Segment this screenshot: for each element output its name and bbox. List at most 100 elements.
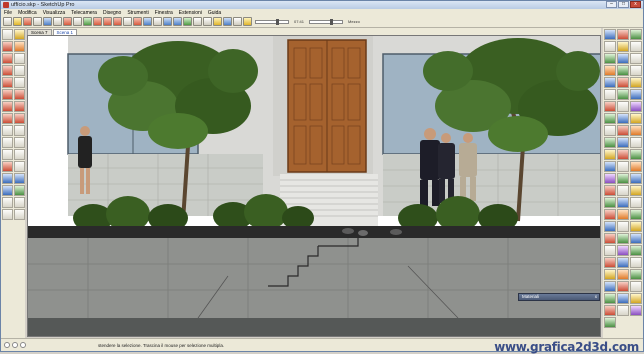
menu-visualizza[interactable]: Visualizza	[43, 10, 65, 16]
plugin-l-icon[interactable]	[617, 197, 629, 208]
protractor-tool-icon[interactable]	[2, 137, 13, 148]
plugin-d-icon[interactable]	[630, 161, 642, 172]
select-tool-icon[interactable]	[2, 29, 13, 40]
solid-trim-icon[interactable]	[630, 77, 642, 88]
fog-icon[interactable]	[630, 101, 642, 112]
plugin-e-icon[interactable]	[604, 173, 616, 184]
plugin-r-icon[interactable]	[617, 221, 629, 232]
stamp-icon[interactable]	[630, 53, 642, 64]
flip-edge-icon[interactable]	[630, 65, 642, 76]
section-icon[interactable]	[617, 137, 629, 148]
style-icon[interactable]	[617, 101, 629, 112]
plugin-mm-icon[interactable]	[617, 305, 629, 316]
wireframe-icon[interactable]	[193, 17, 202, 26]
polygon-icon[interactable]	[83, 17, 92, 26]
shaded-icon[interactable]	[213, 17, 222, 26]
pushpull-icon[interactable]	[93, 17, 102, 26]
move-icon[interactable]	[103, 17, 112, 26]
menu-file[interactable]: File	[4, 10, 12, 16]
geo-status-icon[interactable]	[4, 342, 10, 348]
back-view-icon[interactable]	[617, 41, 629, 52]
menu-estensioni[interactable]: Estensioni	[179, 10, 202, 16]
intersect-icon[interactable]	[617, 89, 629, 100]
shadow-date-slider[interactable]	[309, 18, 344, 25]
zoom-extents-icon[interactable]	[173, 17, 182, 26]
plugin-u-icon[interactable]	[617, 233, 629, 244]
move-tool-icon[interactable]	[2, 89, 13, 100]
plugin-n-icon[interactable]	[604, 209, 616, 220]
monochrome-icon[interactable]	[233, 17, 242, 26]
walkthrough-icon[interactable]	[630, 137, 642, 148]
rotate-icon[interactable]	[113, 17, 122, 26]
drape-icon[interactable]	[604, 65, 616, 76]
pan-icon[interactable]	[153, 17, 162, 26]
minimize-button[interactable]: –	[606, 1, 617, 8]
scale-icon[interactable]	[123, 17, 132, 26]
circle-icon[interactable]	[63, 17, 72, 26]
plugin-ff-icon[interactable]	[604, 281, 616, 292]
shadow-time-slider[interactable]	[255, 18, 289, 25]
make-component-icon[interactable]	[14, 29, 25, 40]
textured-icon[interactable]	[223, 17, 232, 26]
3d-text-icon[interactable]	[14, 149, 25, 160]
menu-telecamera[interactable]: Telecamera	[71, 10, 97, 16]
plugin-gg-icon[interactable]	[617, 281, 629, 292]
plugin-ee-icon[interactable]	[630, 269, 642, 280]
previous-view-icon[interactable]	[14, 185, 25, 196]
pushpull-tool-icon[interactable]	[14, 89, 25, 100]
zoom-window-icon[interactable]	[14, 173, 25, 184]
plugin-f-icon[interactable]	[617, 173, 629, 184]
plugin-ll-icon[interactable]	[604, 305, 616, 316]
photo-match-icon[interactable]	[604, 125, 616, 136]
plugin-cc-icon[interactable]	[604, 269, 616, 280]
followme-tool-icon[interactable]	[14, 101, 25, 112]
arc-tool-icon[interactable]	[14, 65, 25, 76]
solid-union-icon[interactable]	[604, 77, 616, 88]
plugin-y-icon[interactable]	[630, 245, 642, 256]
line-icon[interactable]	[53, 17, 62, 26]
polygon-tool-icon[interactable]	[2, 77, 13, 88]
materials-panel-header[interactable]: Materiali x	[518, 293, 600, 301]
material-icon[interactable]	[617, 149, 629, 160]
close-button[interactable]: x	[630, 1, 641, 8]
plugin-c-icon[interactable]	[617, 161, 629, 172]
zoom-extents-tool-icon[interactable]	[2, 185, 13, 196]
texture-icon[interactable]	[604, 149, 616, 160]
plugin-q-icon[interactable]	[604, 221, 616, 232]
plugin-x-icon[interactable]	[617, 245, 629, 256]
plugin-dd-icon[interactable]	[617, 269, 629, 280]
rectangle-icon[interactable]	[43, 17, 52, 26]
menu-guida[interactable]: Guida	[208, 10, 221, 16]
menu-finestra[interactable]: Finestra	[155, 10, 173, 16]
plugin-b-icon[interactable]	[604, 161, 616, 172]
smoove-icon[interactable]	[617, 53, 629, 64]
component-icon[interactable]	[13, 17, 22, 26]
orbit-icon[interactable]	[143, 17, 152, 26]
hidden-line-icon[interactable]	[203, 17, 212, 26]
plugin-g-icon[interactable]	[630, 173, 642, 184]
select-icon[interactable]	[3, 17, 12, 26]
sandbox-icon[interactable]	[604, 53, 616, 64]
plugin-hh-icon[interactable]	[630, 281, 642, 292]
drawing-viewport[interactable]: Materiali x	[27, 35, 601, 337]
plugin-kk-icon[interactable]	[630, 293, 642, 304]
plugin-w-icon[interactable]	[604, 245, 616, 256]
warehouse-icon[interactable]	[617, 113, 629, 124]
line-tool-icon[interactable]	[14, 53, 25, 64]
solid-subtract-icon[interactable]	[617, 77, 629, 88]
paint-icon[interactable]	[23, 17, 32, 26]
section-plane-icon[interactable]	[14, 209, 25, 220]
plugin-a-icon[interactable]	[630, 149, 642, 160]
look-around-icon[interactable]	[14, 197, 25, 208]
plugin-oo-icon[interactable]	[604, 317, 616, 328]
plugin-v-icon[interactable]	[630, 233, 642, 244]
text-tool-icon[interactable]	[14, 137, 25, 148]
zoom-tool-icon[interactable]	[2, 173, 13, 184]
rectangle-tool-icon[interactable]	[2, 53, 13, 64]
plugin-t-icon[interactable]	[604, 233, 616, 244]
position-camera-icon[interactable]	[2, 197, 13, 208]
lights-icon[interactable]	[630, 125, 642, 136]
render-icon[interactable]	[617, 125, 629, 136]
plugin-m-icon[interactable]	[630, 197, 642, 208]
plugin-k-icon[interactable]	[604, 197, 616, 208]
